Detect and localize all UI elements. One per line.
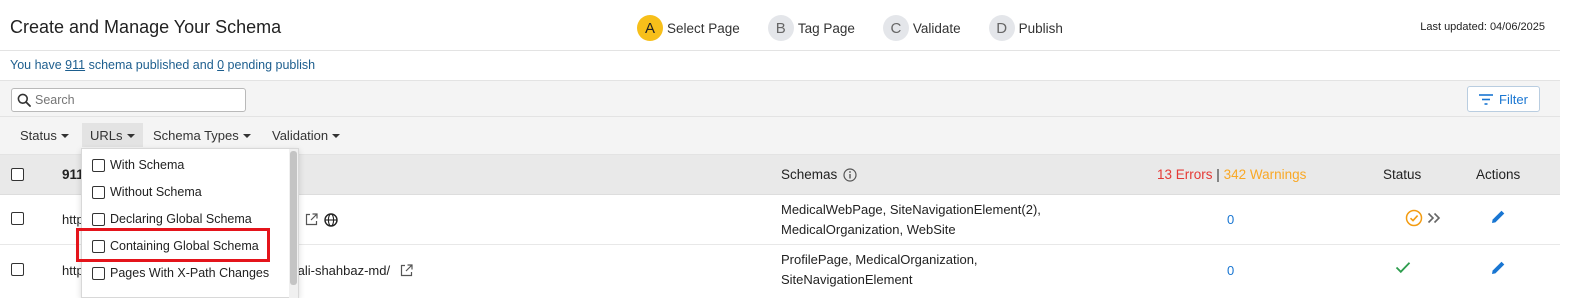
page-margin: [1561, 0, 1596, 298]
pencil-icon[interactable]: [1491, 209, 1506, 224]
search-box[interactable]: [11, 88, 246, 112]
errors-count[interactable]: 13 Errors: [1157, 167, 1213, 182]
page-header: Create and Manage Your Schema A Select P…: [0, 0, 1560, 51]
row-issue-count[interactable]: 0: [1227, 263, 1234, 278]
pencil-icon[interactable]: [1491, 260, 1506, 275]
published-count-link[interactable]: 911: [65, 58, 85, 72]
option-checkbox[interactable]: [92, 185, 105, 199]
schemas-header-label: Schemas: [781, 167, 838, 182]
status-header: Status: [1383, 167, 1422, 182]
urls-dropdown-menu: With Schema Without Schema Declaring Glo…: [81, 148, 299, 298]
option-label: Declaring Global Schema: [110, 212, 252, 226]
caret-down-icon: [332, 134, 341, 138]
schema-types-filter-label: Schema Types: [153, 127, 239, 143]
validation-filter-label: Validation: [272, 127, 329, 143]
row-schemas-line: MedicalWebPage, SiteNavigationElement(2)…: [781, 202, 1041, 217]
schema-types-filter[interactable]: Schema Types: [145, 123, 259, 147]
urls-option-declaring-global-schema[interactable]: Declaring Global Schema: [92, 209, 252, 229]
option-label: Without Schema: [110, 185, 202, 199]
issues-header: 13 Errors | 342 Warnings: [1157, 167, 1306, 182]
urls-option-without-schema[interactable]: Without Schema: [92, 182, 202, 202]
external-link-icon[interactable]: [400, 264, 413, 277]
urls-filter-label: URLs: [90, 127, 123, 143]
step-publish[interactable]: D Publish: [988, 15, 1063, 41]
step-label: Validate: [912, 20, 961, 36]
warnings-count[interactable]: 342 Warnings: [1224, 167, 1307, 182]
step-badge: D: [988, 15, 1015, 41]
filter-button-label: Filter: [1499, 91, 1528, 107]
step-label: Select Page: [667, 20, 740, 36]
external-link-icon[interactable]: [305, 213, 318, 226]
info-circle-icon[interactable]: [843, 167, 857, 182]
publish-summary: You have 911 schema published and 0 pend…: [0, 51, 1560, 81]
row-schemas-line: ProfilePage, MedicalOrganization,: [781, 252, 978, 267]
step-badge: B: [767, 15, 794, 41]
row-schemas-line: SiteNavigationElement: [781, 272, 913, 287]
checkmark-icon: [1395, 262, 1411, 274]
step-select-page[interactable]: A Select Page: [637, 15, 740, 41]
select-all-checkbox[interactable]: [11, 168, 24, 181]
row-url-end[interactable]: /ali-shahbaz-md/: [294, 263, 390, 278]
urls-option-with-schema[interactable]: With Schema: [92, 155, 184, 175]
step-tag-page[interactable]: B Tag Page: [767, 15, 855, 41]
dropdown-scrollbar-thumb[interactable]: [290, 151, 297, 285]
clock-check-icon: [1405, 209, 1423, 227]
caret-down-icon: [242, 134, 251, 138]
row-schemas-line: MedicalOrganization, WebSite: [781, 222, 956, 237]
issues-separator: |: [1216, 167, 1220, 182]
double-chevron-right-icon[interactable]: [1427, 212, 1441, 224]
summary-suffix: pending publish: [224, 58, 316, 72]
urls-option-xpath-changes[interactable]: Pages With X-Path Changes: [92, 263, 269, 283]
last-updated: Last updated: 04/06/2025: [1420, 21, 1545, 33]
search-icon: [17, 93, 31, 107]
validation-filter[interactable]: Validation: [264, 123, 348, 147]
step-validate[interactable]: C Validate: [882, 15, 961, 41]
option-checkbox[interactable]: [92, 212, 105, 226]
wizard-steps: A Select Page B Tag Page C Validate D Pu…: [637, 15, 1091, 41]
status-filter-label: Status: [20, 127, 57, 143]
row-schemas: ProfilePage, MedicalOrganization, SiteNa…: [781, 250, 978, 290]
actions-header: Actions: [1476, 167, 1521, 182]
globe-icon[interactable]: [324, 213, 338, 227]
step-label: Publish: [1018, 20, 1063, 36]
dropdown-scrollbar[interactable]: [289, 149, 298, 298]
urls-filter[interactable]: URLs: [82, 123, 143, 147]
search-input[interactable]: [35, 93, 235, 107]
option-label: Pages With X-Path Changes: [110, 266, 270, 280]
step-badge: C: [882, 15, 909, 41]
filter-button[interactable]: Filter: [1467, 86, 1540, 112]
step-badge: A: [637, 15, 663, 41]
option-label: With Schema: [110, 158, 185, 172]
caret-down-icon: [60, 134, 69, 138]
row-checkbox[interactable]: [11, 263, 24, 276]
step-label: Tag Page: [797, 20, 855, 36]
filter-lines-icon: [1479, 93, 1494, 105]
option-checkbox[interactable]: [92, 266, 105, 280]
row-issue-count[interactable]: 0: [1227, 212, 1234, 227]
summary-middle: schema published and: [85, 58, 218, 72]
option-checkbox[interactable]: [92, 158, 105, 172]
search-bar: Filter: [0, 81, 1560, 117]
schemas-header: Schemas: [781, 167, 857, 182]
highlight-box: [76, 228, 270, 262]
row-schemas: MedicalWebPage, SiteNavigationElement(2)…: [781, 200, 1041, 240]
page-title: Create and Manage Your Schema: [10, 17, 282, 37]
caret-down-icon: [126, 134, 135, 138]
status-filter[interactable]: Status: [12, 123, 77, 147]
summary-prefix: You have: [10, 58, 66, 72]
row-checkbox[interactable]: [11, 212, 24, 225]
